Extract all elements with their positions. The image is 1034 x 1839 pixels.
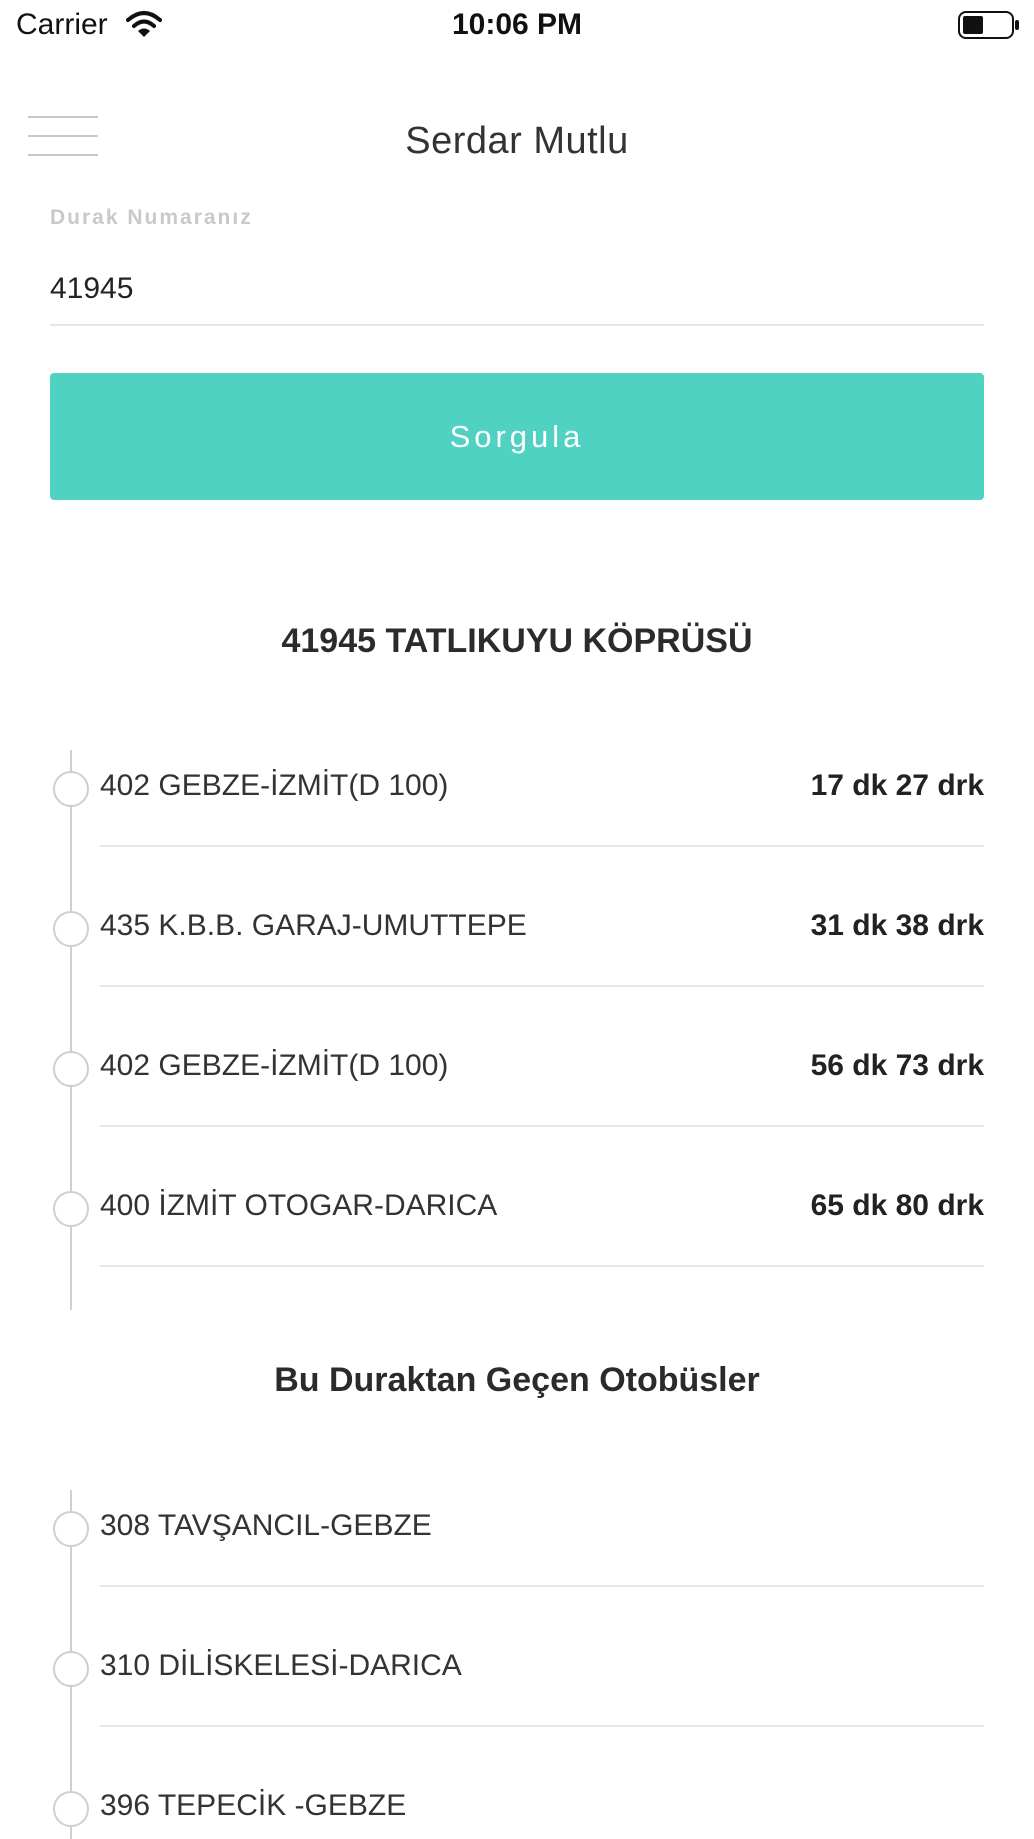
route-name: 310 DİLİSKELESİ-DARICA	[100, 1649, 462, 1682]
stop-number-label: Durak Numaranız	[50, 206, 253, 229]
row-divider	[100, 1725, 984, 1727]
route-name: 435 K.B.B. GARAJ-UMUTTEPE	[100, 909, 527, 942]
arrival-time: 56 dk 73 drk	[810, 1049, 984, 1082]
arrival-time: 31 dk 38 drk	[810, 909, 984, 942]
timeline-dot-icon	[53, 911, 89, 947]
route-name: 402 GEBZE-İZMİT(D 100)	[100, 769, 449, 802]
route-name: 396 TEPECİK -GEBZE	[100, 1789, 407, 1822]
timeline-dot-icon	[53, 1191, 89, 1227]
arrival-time: 17 dk 27 drk	[810, 769, 984, 802]
route-name: 402 GEBZE-İZMİT(D 100)	[100, 1049, 449, 1082]
row-divider	[100, 1125, 984, 1127]
row-divider	[100, 845, 984, 847]
page-title: Serdar Mutlu	[405, 120, 629, 162]
timeline-dot-icon	[53, 771, 89, 807]
route-name: 308 TAVŞANCIL-GEBZE	[100, 1509, 432, 1542]
timeline-dot-icon	[53, 1791, 89, 1827]
row-divider	[100, 1265, 984, 1267]
timeline-dot-icon	[53, 1051, 89, 1087]
status-time: 10:06 PM	[451, 8, 583, 41]
battery-icon	[958, 11, 1019, 39]
timeline-dot-icon	[53, 1511, 89, 1547]
bus-row[interactable]: 310 DİLİSKELESİ-DARICA	[0, 1617, 1034, 1757]
row-divider	[100, 985, 984, 987]
stop-title: 41945 TATLIKUYU KÖPRÜSÜ	[281, 622, 753, 660]
arrival-row[interactable]: 402 GEBZE-İZMİT(D 100) 17 dk 27 drk	[0, 737, 1034, 877]
route-name: 400 İZMİT OTOGAR-DARICA	[100, 1189, 498, 1222]
stop-number-input[interactable]	[50, 254, 984, 326]
arrival-time: 65 dk 80 drk	[810, 1189, 984, 1222]
arrival-row[interactable]: 400 İZMİT OTOGAR-DARICA 65 dk 80 drk	[0, 1157, 1034, 1297]
query-button[interactable]: Sorgula	[50, 373, 984, 500]
arrival-row[interactable]: 402 GEBZE-İZMİT(D 100) 56 dk 73 drk	[0, 1017, 1034, 1157]
arrival-row[interactable]: 435 K.B.B. GARAJ-UMUTTEPE 31 dk 38 drk	[0, 877, 1034, 1017]
status-bar: Carrier 10:06 PM	[0, 0, 1034, 52]
passing-buses-title: Bu Duraktan Geçen Otobüsler	[274, 1361, 760, 1399]
bus-row[interactable]: 308 TAVŞANCIL-GEBZE	[0, 1477, 1034, 1617]
timeline-dot-icon	[53, 1651, 89, 1687]
row-divider	[100, 1585, 984, 1587]
screen: Carrier 10:06 PM Serdar Mutlu Durak Numa…	[0, 0, 1034, 1839]
bus-row[interactable]: 396 TEPECİK -GEBZE	[0, 1757, 1034, 1839]
